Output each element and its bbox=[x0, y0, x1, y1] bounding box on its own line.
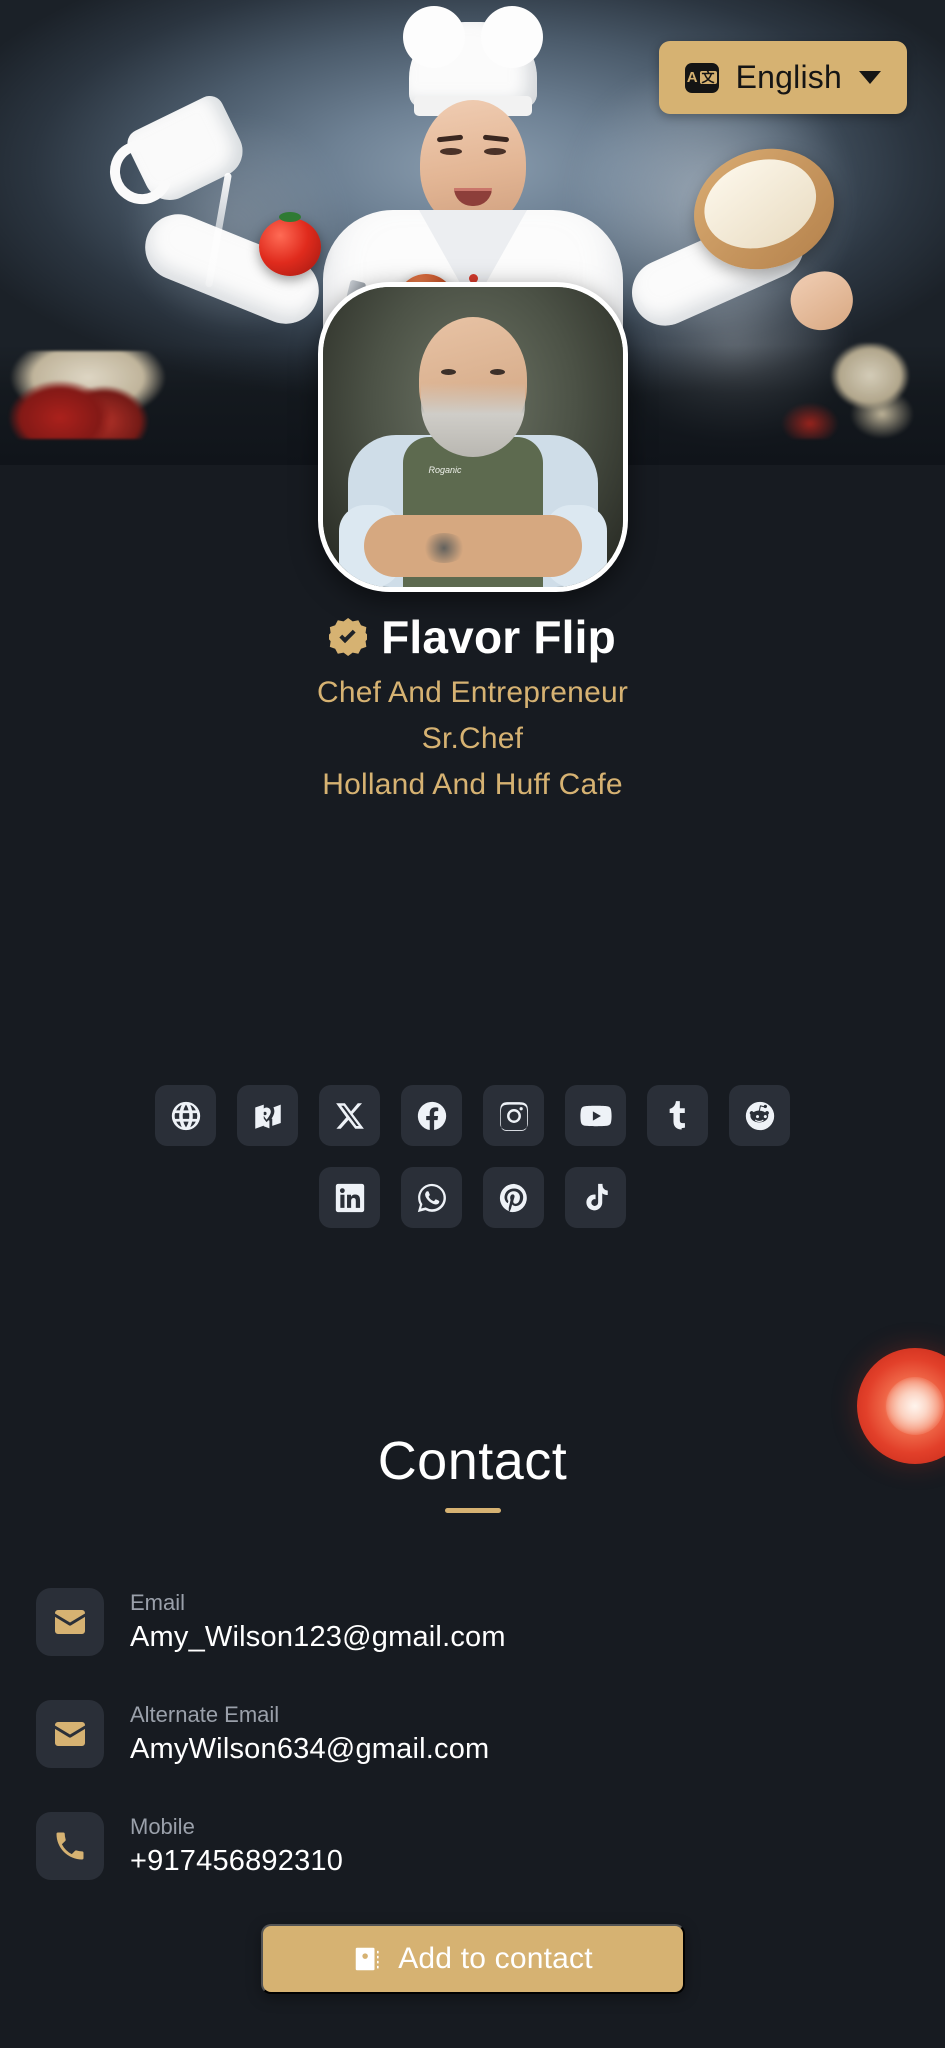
envelope-icon bbox=[36, 1700, 104, 1768]
social-link-instagram[interactable] bbox=[483, 1085, 544, 1146]
pitcher-icon bbox=[122, 91, 251, 209]
phone-icon bbox=[36, 1812, 104, 1880]
facebook-icon bbox=[417, 1101, 446, 1130]
tomato-icon bbox=[258, 212, 321, 276]
language-selector-button[interactable]: A文 English bbox=[658, 41, 907, 114]
instagram-icon bbox=[499, 1101, 528, 1131]
contact-value: AmyWilson634@gmail.com bbox=[130, 1733, 490, 1765]
profile-role: Sr.Chef bbox=[421, 722, 524, 755]
verified-badge-icon bbox=[329, 618, 368, 656]
linkedin-icon bbox=[335, 1183, 364, 1212]
tumblr-icon bbox=[669, 1100, 685, 1129]
digital-business-card: A文 English Roganic Flavor Flip Chef And … bbox=[0, 0, 945, 2048]
contact-card-icon bbox=[355, 1947, 379, 1971]
cta-label: Add to contact bbox=[398, 1942, 593, 1975]
avatar-head bbox=[418, 317, 527, 457]
profile-tagline: Chef And Entrepreneur bbox=[316, 676, 629, 709]
vegetables-decor-right bbox=[777, 343, 927, 439]
social-link-tumblr[interactable] bbox=[647, 1085, 708, 1146]
contact-title: Contact bbox=[377, 1431, 568, 1491]
contact-section-header: Contact bbox=[0, 1430, 945, 1513]
contact-title-underline bbox=[444, 1508, 501, 1513]
avatar-tattoo bbox=[420, 533, 467, 563]
contact-label: Mobile bbox=[130, 1814, 195, 1839]
chevron-down-icon bbox=[859, 71, 881, 84]
contact-value: +917456892310 bbox=[130, 1845, 344, 1877]
social-links bbox=[0, 1085, 945, 1249]
contact-row-mobile[interactable]: Mobile +917456892310 bbox=[36, 1812, 909, 1880]
tiktok-icon bbox=[585, 1183, 608, 1210]
envelope-icon bbox=[36, 1588, 104, 1656]
vegetables-decor-left bbox=[8, 351, 208, 439]
chef-hat-icon bbox=[402, 6, 543, 116]
social-link-reddit[interactable] bbox=[729, 1085, 790, 1146]
add-to-contact-button[interactable]: Add to contact bbox=[260, 1924, 685, 1994]
contact-label: Alternate Email bbox=[130, 1702, 280, 1727]
apron-brand-text: Roganic bbox=[428, 465, 462, 475]
map-pin-icon bbox=[254, 1104, 281, 1129]
social-link-website[interactable] bbox=[155, 1085, 216, 1146]
pinterest-icon bbox=[499, 1183, 527, 1212]
profile-name: Flavor Flip bbox=[381, 611, 616, 663]
social-link-tiktok[interactable] bbox=[565, 1167, 626, 1228]
profile-company: Holland And Huff Cafe bbox=[322, 768, 623, 801]
contact-list: Email Amy_Wilson123@gmail.com Alternate … bbox=[0, 1588, 945, 1924]
social-link-whatsapp[interactable] bbox=[401, 1167, 462, 1228]
globe-icon bbox=[171, 1101, 200, 1130]
profile-identity: Flavor Flip Chef And Entrepreneur Sr.Che… bbox=[0, 610, 945, 802]
language-label: English bbox=[735, 59, 842, 95]
profile-name-row: Flavor Flip bbox=[0, 610, 945, 664]
social-link-location[interactable] bbox=[237, 1085, 298, 1146]
avatar-crossed-arms bbox=[363, 515, 582, 577]
social-row-2 bbox=[0, 1167, 945, 1228]
contact-label: Email bbox=[130, 1590, 186, 1615]
whatsapp-icon bbox=[417, 1183, 446, 1212]
social-link-pinterest[interactable] bbox=[483, 1167, 544, 1228]
social-link-x-twitter[interactable] bbox=[319, 1085, 380, 1146]
social-row-1 bbox=[0, 1085, 945, 1146]
youtube-icon bbox=[579, 1105, 612, 1126]
social-link-facebook[interactable] bbox=[401, 1085, 462, 1146]
contact-value: Amy_Wilson123@gmail.com bbox=[130, 1621, 506, 1653]
chef-face bbox=[419, 100, 526, 228]
profile-avatar[interactable]: Roganic bbox=[317, 282, 628, 592]
contact-row-alternate-email[interactable]: Alternate Email AmyWilson634@gmail.com bbox=[36, 1700, 909, 1768]
reddit-icon bbox=[745, 1101, 774, 1130]
translate-icon: A文 bbox=[684, 62, 719, 93]
contact-row-email[interactable]: Email Amy_Wilson123@gmail.com bbox=[36, 1588, 909, 1656]
social-link-linkedin[interactable] bbox=[319, 1167, 380, 1228]
x-icon bbox=[335, 1102, 364, 1129]
social-link-youtube[interactable] bbox=[565, 1085, 626, 1146]
